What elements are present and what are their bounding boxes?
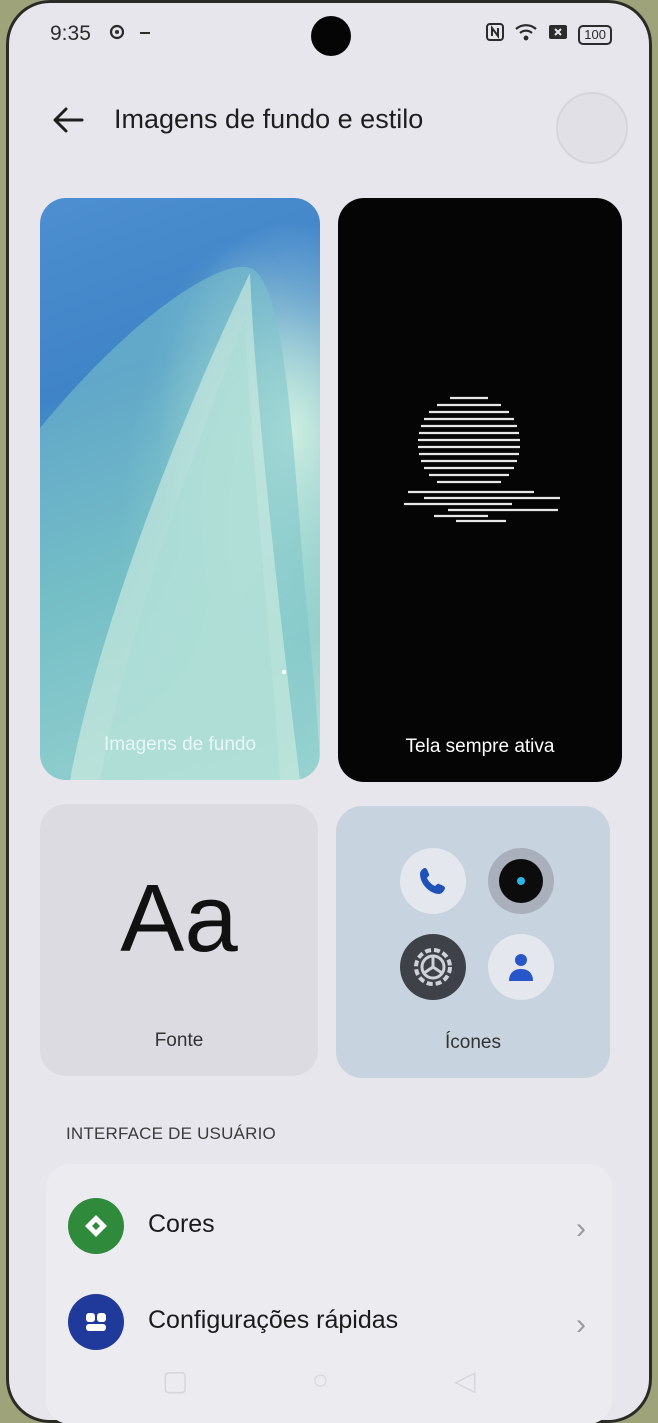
wallpaper-preview bbox=[40, 266, 320, 780]
nav-home-icon[interactable]: ○ bbox=[312, 1364, 329, 1396]
font-card[interactable]: Aa Fonte bbox=[40, 804, 318, 1076]
list-item-configuracoes-rapidas[interactable]: Configurações rápidas › bbox=[46, 1278, 612, 1368]
settings-list: Cores › Configurações rápidas › bbox=[46, 1164, 612, 1423]
phone-screen: 9:35 100 Imagens de fundo e estilo Image… bbox=[6, 0, 652, 1423]
camera-icon bbox=[488, 848, 554, 914]
settings-app-icon bbox=[400, 934, 466, 1000]
sim-icon bbox=[548, 23, 568, 46]
list-item-label: Cores bbox=[148, 1210, 215, 1238]
list-item-cores[interactable]: Cores › bbox=[46, 1182, 612, 1272]
wallpaper-label: Imagens de fundo bbox=[103, 734, 257, 755]
font-label: Fonte bbox=[154, 1030, 204, 1051]
battery-icon: 100 bbox=[578, 24, 612, 45]
section-title: INTERFACE DE USUÁRIO bbox=[66, 1124, 276, 1143]
chevron-right-icon: › bbox=[576, 1212, 586, 1245]
status-icons: 100 bbox=[486, 22, 612, 47]
minus-icon bbox=[138, 23, 156, 41]
palette-icon bbox=[68, 1198, 124, 1254]
nfc-icon bbox=[486, 22, 505, 47]
arrow-left-icon bbox=[53, 107, 84, 133]
front-camera bbox=[311, 16, 351, 56]
quick-settings-icon bbox=[68, 1294, 124, 1350]
font-preview: Aa bbox=[120, 865, 238, 972]
phone-icon bbox=[400, 848, 466, 914]
avatar[interactable] bbox=[556, 92, 628, 164]
settings-status-icon bbox=[108, 23, 126, 41]
list-item-label: Configurações rápidas bbox=[148, 1306, 399, 1334]
contacts-icon bbox=[488, 934, 554, 1000]
icons-card[interactable]: Ícones bbox=[336, 806, 610, 1078]
status-time: 9:35 bbox=[50, 22, 91, 45]
wallpaper-card[interactable]: Imagens de fundo bbox=[40, 198, 320, 780]
status-bar: 9:35 100 bbox=[6, 0, 652, 70]
page-title: Imagens de fundo e estilo bbox=[114, 104, 424, 134]
sunset-lines-icon bbox=[404, 396, 560, 523]
wifi-icon bbox=[514, 22, 538, 47]
nav-recents-icon[interactable]: ▢ bbox=[162, 1364, 188, 1397]
chevron-right-icon: › bbox=[576, 1308, 586, 1341]
icons-label: Ícones bbox=[445, 1032, 501, 1053]
always-on-display-card[interactable]: Tela sempre ativa bbox=[338, 198, 622, 782]
always-on-label: Tela sempre ativa bbox=[405, 736, 555, 757]
nav-back-icon[interactable]: ◁ bbox=[454, 1364, 476, 1397]
back-button[interactable] bbox=[46, 98, 90, 142]
